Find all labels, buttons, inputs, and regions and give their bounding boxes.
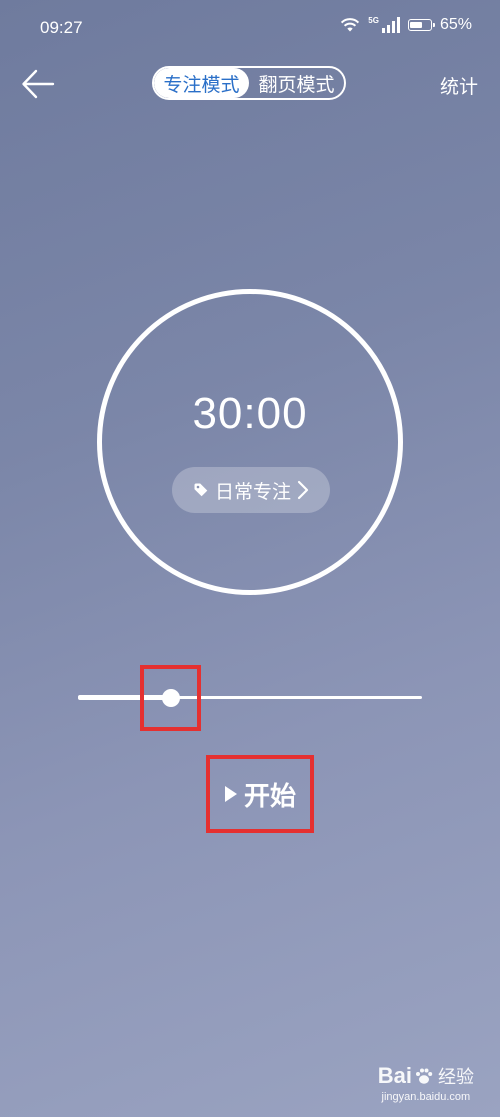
play-icon (224, 786, 237, 802)
start-label: 开始 (243, 781, 296, 812)
paw-icon (416, 1068, 433, 1084)
battery-icon (407, 19, 435, 31)
tab-flip-mode[interactable]: 翻页模式 (249, 68, 344, 98)
status-bar: 09:27 5G 65% (0, 0, 500, 58)
wifi-icon (341, 18, 360, 32)
start-button[interactable]: 开始 (206, 755, 314, 833)
stats-button[interactable]: 统计 (440, 72, 478, 99)
back-button[interactable] (20, 66, 56, 102)
focus-tag-label: 日常专注 (214, 480, 291, 503)
battery-percent: 65% (439, 16, 472, 33)
focus-tag-selector[interactable]: 日常专注 (172, 467, 330, 513)
top-bar: 专注模式 翻页模式 统计 (0, 58, 500, 110)
watermark-url: jingyan.baidu.com (381, 1091, 471, 1103)
status-icons: 5G 65% (340, 16, 472, 34)
watermark-brand-tail: 经验 (438, 1067, 474, 1087)
timer-value: 30:00 (192, 389, 308, 438)
baidu-jingyan-watermark: Bai 经验 jingyan.baidu.com (378, 1063, 474, 1103)
chevron-right-icon (297, 480, 309, 500)
duration-slider[interactable] (78, 682, 422, 714)
arrow-left-icon (22, 69, 55, 99)
tag-icon (194, 483, 208, 497)
network-type: 5G (368, 16, 379, 25)
timer-ring: 30:00 日常专注 (97, 289, 403, 595)
cellular-signal-icon: 5G (368, 17, 400, 33)
watermark-brand: Bai (377, 1063, 412, 1088)
mode-toggle: 专注模式 翻页模式 (152, 66, 346, 100)
highlight-box-slider-thumb (140, 665, 201, 731)
status-time: 09:27 (40, 18, 83, 37)
tab-focus-mode[interactable]: 专注模式 (154, 68, 249, 98)
